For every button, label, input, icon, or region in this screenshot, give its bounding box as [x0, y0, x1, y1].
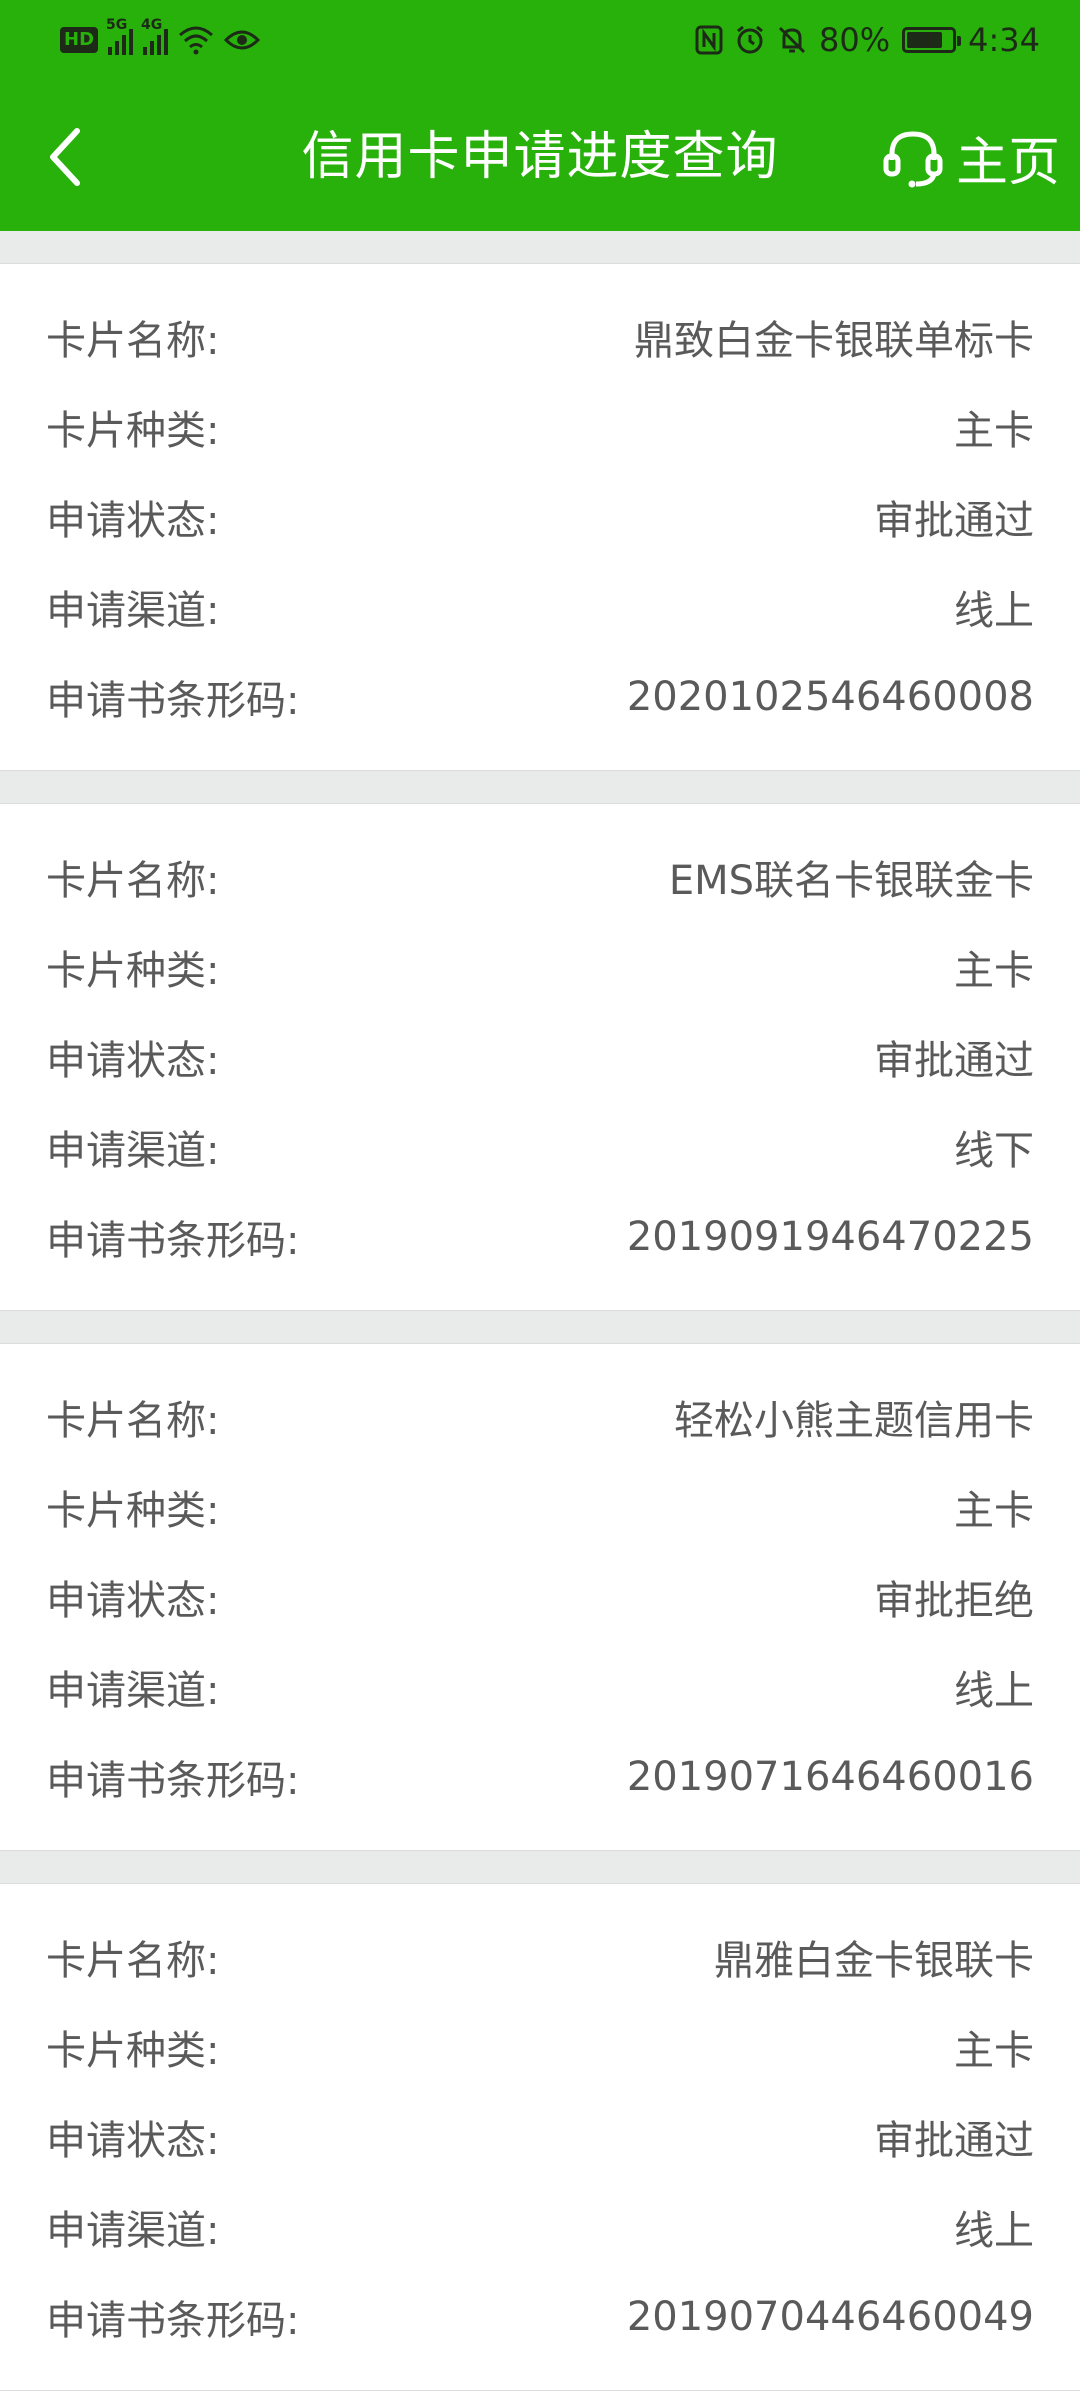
headset-icon — [883, 131, 943, 188]
label-card-name: 卡片名称: — [46, 1938, 220, 1984]
value-card-name: 鼎雅白金卡银联卡 — [714, 1938, 1034, 1984]
label-card-type: 卡片种类: — [46, 948, 220, 994]
cellular-signal-icon-2: 4G — [141, 17, 169, 55]
value-channel: 线上 — [954, 1668, 1034, 1714]
label-status: 申请状态: — [46, 1038, 220, 1084]
status-time: 4:34 — [968, 21, 1040, 59]
label-channel: 申请渠道: — [46, 1668, 220, 1714]
cellular-signal-icon: 5G — [106, 17, 134, 55]
alarm-icon — [737, 25, 763, 54]
row-status: 申请状态: 审批通过 — [0, 472, 1080, 562]
home-button[interactable]: 主页 — [882, 122, 1060, 193]
label-channel: 申请渠道: — [46, 2208, 220, 2254]
label-card-type: 卡片种类: — [46, 408, 220, 454]
row-card-type: 卡片种类: 主卡 — [0, 922, 1080, 1012]
row-status: 申请状态: 审批拒绝 — [0, 1552, 1080, 1642]
application-card: 卡片名称: 鼎雅白金卡银联卡 卡片种类: 主卡 申请状态: 审批通过 申请渠道:… — [0, 1883, 1080, 2391]
row-card-name: 卡片名称: EMS联名卡银联金卡 — [0, 832, 1080, 922]
value-status: 审批拒绝 — [874, 1578, 1034, 1624]
row-channel: 申请渠道: 线上 — [0, 1642, 1080, 1732]
row-card-name: 卡片名称: 鼎致白金卡银联单标卡 — [0, 292, 1080, 382]
value-channel: 线下 — [954, 1128, 1034, 1174]
row-card-name: 卡片名称: 鼎雅白金卡银联卡 — [0, 1912, 1080, 2002]
value-status: 审批通过 — [874, 1038, 1034, 1084]
row-barcode: 申请书条形码: 2020102546460008 — [0, 652, 1080, 742]
value-card-type: 主卡 — [954, 2028, 1034, 2074]
row-card-name: 卡片名称: 轻松小熊主题信用卡 — [0, 1372, 1080, 1462]
nav-bar: 信用卡申请进度查询 主页 — [0, 100, 1080, 212]
value-barcode: 2019091946470225 — [626, 1214, 1034, 1260]
battery-percent: 80% — [819, 21, 891, 59]
value-card-name: 轻松小熊主题信用卡 — [674, 1398, 1034, 1444]
value-card-type: 主卡 — [954, 408, 1034, 454]
value-status: 审批通过 — [874, 498, 1034, 544]
application-card: 卡片名称: 鼎致白金卡银联单标卡 卡片种类: 主卡 申请状态: 审批通过 申请渠… — [0, 263, 1080, 771]
row-barcode: 申请书条形码: 2019071646460016 — [0, 1732, 1080, 1822]
status-left-group: HD 5G 4G — [60, 17, 261, 60]
row-barcode: 申请书条形码: 2019091946470225 — [0, 1192, 1080, 1282]
label-barcode: 申请书条形码: — [46, 678, 300, 724]
application-list: 卡片名称: 鼎致白金卡银联单标卡 卡片种类: 主卡 申请状态: 审批通过 申请渠… — [0, 231, 1080, 2391]
value-card-name: 鼎致白金卡银联单标卡 — [634, 318, 1034, 364]
value-card-type: 主卡 — [954, 948, 1034, 994]
value-barcode: 2019070446460049 — [626, 2294, 1034, 2340]
label-card-name: 卡片名称: — [46, 318, 220, 364]
application-card: 卡片名称: 轻松小熊主题信用卡 卡片种类: 主卡 申请状态: 审批拒绝 申请渠道… — [0, 1343, 1080, 1851]
row-channel: 申请渠道: 线上 — [0, 2182, 1080, 2272]
application-card: 卡片名称: EMS联名卡银联金卡 卡片种类: 主卡 申请状态: 审批通过 申请渠… — [0, 803, 1080, 1311]
label-barcode: 申请书条形码: — [46, 1758, 300, 1804]
row-channel: 申请渠道: 线上 — [0, 562, 1080, 652]
value-barcode: 2020102546460008 — [626, 674, 1034, 720]
mute-bell-icon — [778, 26, 806, 54]
signal-tag-4g: 4G — [141, 17, 163, 33]
nfc-icon — [695, 25, 723, 55]
value-channel: 线上 — [954, 2208, 1034, 2254]
battery-fill — [907, 32, 943, 48]
label-status: 申请状态: — [46, 498, 220, 544]
eye-icon — [224, 30, 261, 50]
value-card-type: 主卡 — [954, 1488, 1034, 1534]
value-status: 审批通过 — [874, 2118, 1034, 2164]
value-card-name: EMS联名卡银联金卡 — [668, 858, 1034, 904]
hd-badge: HD — [60, 27, 99, 53]
row-card-type: 卡片种类: 主卡 — [0, 382, 1080, 472]
value-channel: 线上 — [954, 588, 1034, 634]
label-channel: 申请渠道: — [46, 588, 220, 634]
row-status: 申请状态: 审批通过 — [0, 1012, 1080, 1102]
label-card-type: 卡片种类: — [46, 2028, 220, 2074]
home-label: 主页 — [955, 132, 1060, 193]
label-card-type: 卡片种类: — [46, 1488, 220, 1534]
label-status: 申请状态: — [46, 1578, 220, 1624]
row-card-type: 卡片种类: 主卡 — [0, 1462, 1080, 1552]
status-bar: HD 5G 4G 80% 4:34 — [0, 0, 1080, 80]
label-barcode: 申请书条形码: — [46, 1218, 300, 1264]
value-barcode: 2019071646460016 — [626, 1754, 1034, 1800]
battery-icon — [902, 27, 962, 53]
row-barcode: 申请书条形码: 2019070446460049 — [0, 2272, 1080, 2362]
app-header: HD 5G 4G 80% 4:34 信用卡申请进度查询 主页 — [0, 0, 1080, 231]
label-card-name: 卡片名称: — [46, 858, 220, 904]
row-channel: 申请渠道: 线下 — [0, 1102, 1080, 1192]
signal-tag-5g: 5G — [106, 17, 128, 33]
label-channel: 申请渠道: — [46, 1128, 220, 1174]
label-status: 申请状态: — [46, 2118, 220, 2164]
row-status: 申请状态: 审批通过 — [0, 2092, 1080, 2182]
label-card-name: 卡片名称: — [46, 1398, 220, 1444]
row-card-type: 卡片种类: 主卡 — [0, 2002, 1080, 2092]
status-right-group: 80% 4:34 — [695, 20, 1040, 60]
wifi-icon — [179, 26, 214, 55]
label-barcode: 申请书条形码: — [46, 2298, 300, 2344]
